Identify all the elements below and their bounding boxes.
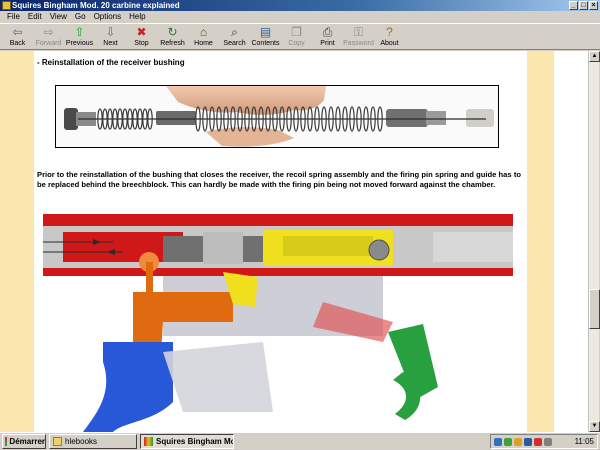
toolbar-button-label: Password xyxy=(343,40,374,47)
close-button[interactable]: × xyxy=(589,1,598,10)
menu-file[interactable]: File xyxy=(3,11,24,22)
outer-margin xyxy=(554,51,588,432)
folder-icon xyxy=(53,437,62,446)
toolbar-button-about[interactable]: ? About xyxy=(374,24,405,50)
about-icon: ? xyxy=(386,25,393,39)
menu-edit[interactable]: Edit xyxy=(24,11,46,22)
toolbar-button-label: Search xyxy=(223,40,246,47)
down-arrow-icon: ⇩ xyxy=(105,25,116,39)
contents-icon: ▤ xyxy=(259,25,272,39)
minimize-button[interactable]: _ xyxy=(569,1,578,10)
task-ebook-window[interactable]: Squires Bingham Mod... xyxy=(140,434,234,449)
tray-app-icon[interactable] xyxy=(534,437,542,446)
toolbar-button-previous[interactable]: ⇧ Previous xyxy=(64,24,95,50)
toolbar-button-home[interactable]: ⌂ Home xyxy=(188,24,219,50)
vertical-scrollbar[interactable]: ▲ ▼ xyxy=(588,51,600,432)
ebook-icon xyxy=(144,437,153,446)
task-hlebooks[interactable]: hlebooks xyxy=(49,434,137,449)
menu-go[interactable]: Go xyxy=(71,11,90,22)
up-arrow-icon: ⇧ xyxy=(74,25,85,39)
section-heading: - Reinstallation of the receiver bushing xyxy=(37,58,185,67)
print-icon: ⎙ xyxy=(322,25,333,39)
tray-app-icon[interactable] xyxy=(524,437,532,446)
refresh-icon: ↻ xyxy=(167,25,178,39)
instruction-paragraph: Prior to the reinstallation of the bushi… xyxy=(37,170,521,189)
document-page[interactable]: - Reinstallation of the receiver bushing xyxy=(34,51,527,432)
toolbar-button-label: Print xyxy=(320,40,335,47)
title-bar[interactable]: Squires Bingham Mod. 20 carbine explaine… xyxy=(0,0,600,11)
toolbar-button-forward[interactable]: ⇨ Forward xyxy=(33,24,64,50)
search-icon: ⌕ xyxy=(231,25,238,39)
toolbar-button-label: About xyxy=(380,40,399,47)
scroll-up-arrow[interactable]: ▲ xyxy=(589,51,600,62)
toolbar-button-password[interactable]: ⚿ Password xyxy=(343,24,374,50)
toolbar-button-contents[interactable]: ▤ Contents xyxy=(250,24,281,50)
window-title: Squires Bingham Mod. 20 carbine explaine… xyxy=(12,1,180,10)
task-label: hlebooks xyxy=(65,437,98,446)
toolbar-button-label: Next xyxy=(103,40,118,47)
content-area: - Reinstallation of the receiver bushing xyxy=(0,51,600,432)
app-icon xyxy=(2,1,11,10)
toolbar: ⇦ Back ⇨ Forward ⇧ Previous ⇩ Next ✖ Stop ↻ Refresh… xyxy=(0,23,600,50)
toolbar-button-back[interactable]: ⇦ Back xyxy=(2,24,33,50)
forward-arrow-icon: ⇨ xyxy=(43,25,54,39)
system-tray: 11:05 xyxy=(490,434,598,449)
home-icon: ⌂ xyxy=(199,25,208,39)
tray-app-icon[interactable] xyxy=(514,437,522,446)
spring-assembly-photo xyxy=(55,85,499,148)
scroll-down-arrow[interactable]: ▼ xyxy=(589,421,600,432)
toolbar-button-print[interactable]: ⎙ Print xyxy=(312,24,343,50)
tray-app-icon[interactable] xyxy=(504,437,512,446)
toolbar-button-label: Refresh xyxy=(160,40,185,47)
menu-bar: File Edit View Go Options Help xyxy=(0,11,600,22)
toolbar-button-label: Contents xyxy=(251,40,280,47)
back-arrow-icon: ⇦ xyxy=(12,25,23,39)
taskbar: Démarrer hlebooks Squires Bingham Mod...… xyxy=(0,432,600,450)
toolbar-button-label: Previous xyxy=(65,40,94,47)
toolbar-button-label: Back xyxy=(9,40,26,47)
toolbar-button-label: Home xyxy=(194,40,213,47)
toolbar-button-stop[interactable]: ✖ Stop xyxy=(126,24,157,50)
toolbar-button-label: Copy xyxy=(288,40,305,47)
copy-icon: ❐ xyxy=(291,25,302,39)
task-label: Squires Bingham Mod... xyxy=(156,437,233,446)
start-label: Démarrer xyxy=(9,437,45,446)
stop-icon: ✖ xyxy=(136,25,147,39)
toolbar-button-refresh[interactable]: ↻ Refresh xyxy=(157,24,188,50)
menu-options[interactable]: Options xyxy=(90,11,126,22)
toolbar-button-search[interactable]: ⌕ Search xyxy=(219,24,250,50)
right-margin-pane xyxy=(527,51,554,432)
volume-icon[interactable] xyxy=(544,437,552,446)
app-window: Squires Bingham Mod. 20 carbine explaine… xyxy=(0,0,600,432)
mechanism-diagram xyxy=(43,212,513,432)
start-button[interactable]: Démarrer xyxy=(2,434,46,449)
scrollbar-thumb[interactable] xyxy=(589,289,600,329)
windows-flag-icon xyxy=(5,437,8,446)
maximize-button[interactable]: □ xyxy=(579,1,588,10)
toolbar-button-next[interactable]: ⇩ Next xyxy=(95,24,126,50)
toolbar-button-label: Forward xyxy=(35,40,62,47)
network-icon[interactable] xyxy=(494,437,502,446)
toolbar-button-copy[interactable]: ❐ Copy xyxy=(281,24,312,50)
toolbar-button-label: Stop xyxy=(134,40,149,47)
left-margin-pane xyxy=(0,51,34,432)
clock[interactable]: 11:05 xyxy=(575,437,597,446)
menu-help[interactable]: Help xyxy=(125,11,149,22)
menu-view[interactable]: View xyxy=(46,11,71,22)
key-icon: ⚿ xyxy=(353,25,364,39)
